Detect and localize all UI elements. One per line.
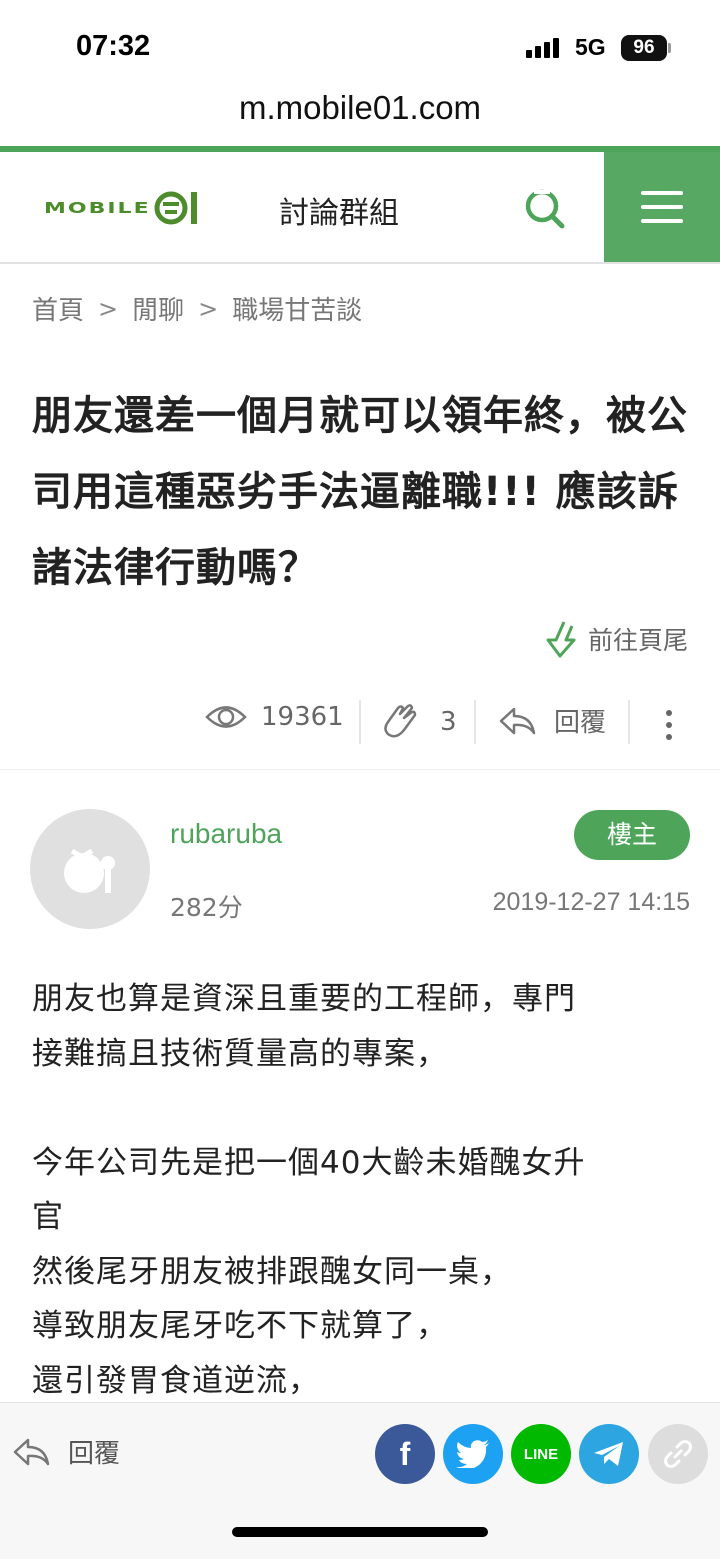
arrow-down-icon [546,621,576,658]
reply-button[interactable]: 回覆 [498,702,606,739]
hamburger-line [641,219,683,223]
search-button[interactable] [520,184,568,232]
body-line: 還引發胃食道逆流， [32,1362,320,1399]
chevron-right-icon: > [98,294,119,323]
search-icon [525,189,565,229]
dot [666,722,672,728]
like-count: 3 [440,707,457,737]
author-score: 282分 [170,893,243,922]
link-icon [664,1440,692,1468]
body-line: 今年公司先是把一個40大齡未婚醜女升 [32,1144,586,1181]
views-stat: 19361 [205,702,344,732]
post-date: 2019-12-27 14:15 [492,888,690,916]
address-bar[interactable]: m.mobile01.com [0,84,720,146]
telegram-share-button[interactable] [579,1424,639,1484]
bottom-reply-button[interactable]: 回覆 [12,1433,120,1470]
body-line [32,1081,692,1136]
dot [666,734,672,740]
mobile01-logo[interactable]: MOBILE [44,188,201,228]
post-stats: 19361 3 回覆 [0,694,720,770]
body-line: 接難搞且技術質量高的專案， [32,1035,448,1072]
more-options-button[interactable] [666,710,672,740]
site-header: MOBILE 討論群組 [0,146,720,264]
like-button[interactable]: 3 [382,702,457,742]
breadcrumb-workplace[interactable]: 職場甘苦談 [232,290,362,327]
clap-icon [384,704,417,738]
reply-icon [13,1438,50,1465]
facebook-share-button[interactable]: f [375,1424,435,1484]
breadcrumb-chat[interactable]: 閒聊 [132,290,184,327]
reply-label: 回覆 [554,708,607,738]
battery-icon: 96 [621,35,667,61]
signal-icon [526,38,559,58]
status-time: 07:32 [76,30,151,62]
status-bar: 07:32 5G 96 [0,0,720,84]
views-count: 19361 [261,702,344,732]
post-body: 朋友也算是資深且重要的工程師，專門 接難搞且技術質量高的專案， 今年公司先是把一… [32,972,692,1408]
default-avatar-icon [64,848,115,893]
logo-mark-icon [154,191,197,225]
owner-badge: 樓主 [574,810,690,860]
body-line: 然後尾牙朋友被排跟醜女同一桌， [32,1253,512,1290]
network-type: 5G [575,34,606,60]
goto-bottom-link[interactable]: 前往頁尾 [544,620,688,658]
divider [474,700,476,744]
bottom-reply-label: 回覆 [68,1439,121,1469]
battery-tip [668,43,671,53]
dot [666,710,672,716]
hamburger-line [641,191,683,195]
post-title: 朋友還差一個月就可以領年終，被公司用這種惡劣手法逼離職!!! 應該訴諸法律行動嗎… [32,393,688,591]
goto-bottom-label: 前往頁尾 [587,626,688,655]
divider [359,700,361,744]
breadcrumb-home[interactable]: 首頁 [32,290,84,327]
body-line: 朋友也算是資深且重要的工程師，專門 [32,981,576,1017]
body-line: 官 [32,1199,64,1235]
avatar[interactable] [30,809,150,929]
home-indicator[interactable] [232,1527,488,1537]
chevron-right-icon: > [198,294,219,323]
hamburger-line [641,205,683,209]
twitter-icon [456,1440,489,1468]
logo-text: MOBILE [44,199,151,217]
twitter-share-button[interactable] [443,1424,503,1484]
copy-link-button[interactable] [648,1424,708,1484]
breadcrumb: 首頁 > 閒聊 > 職場甘苦談 [32,290,362,327]
line-share-button[interactable]: LINE [511,1424,571,1484]
line-icon: LINE [523,1445,559,1463]
menu-button[interactable] [604,152,720,262]
reply-icon [499,707,536,734]
url-text: m.mobile01.com [238,89,482,126]
eye-icon [205,706,247,728]
body-line: 導致朋友尾牙吃不下就算了， [32,1308,448,1344]
telegram-icon [594,1442,623,1466]
section-title[interactable]: 討論群組 [279,188,399,232]
author-name[interactable]: rubaruba [170,818,282,850]
divider [628,700,630,744]
facebook-icon: f [399,1435,411,1472]
